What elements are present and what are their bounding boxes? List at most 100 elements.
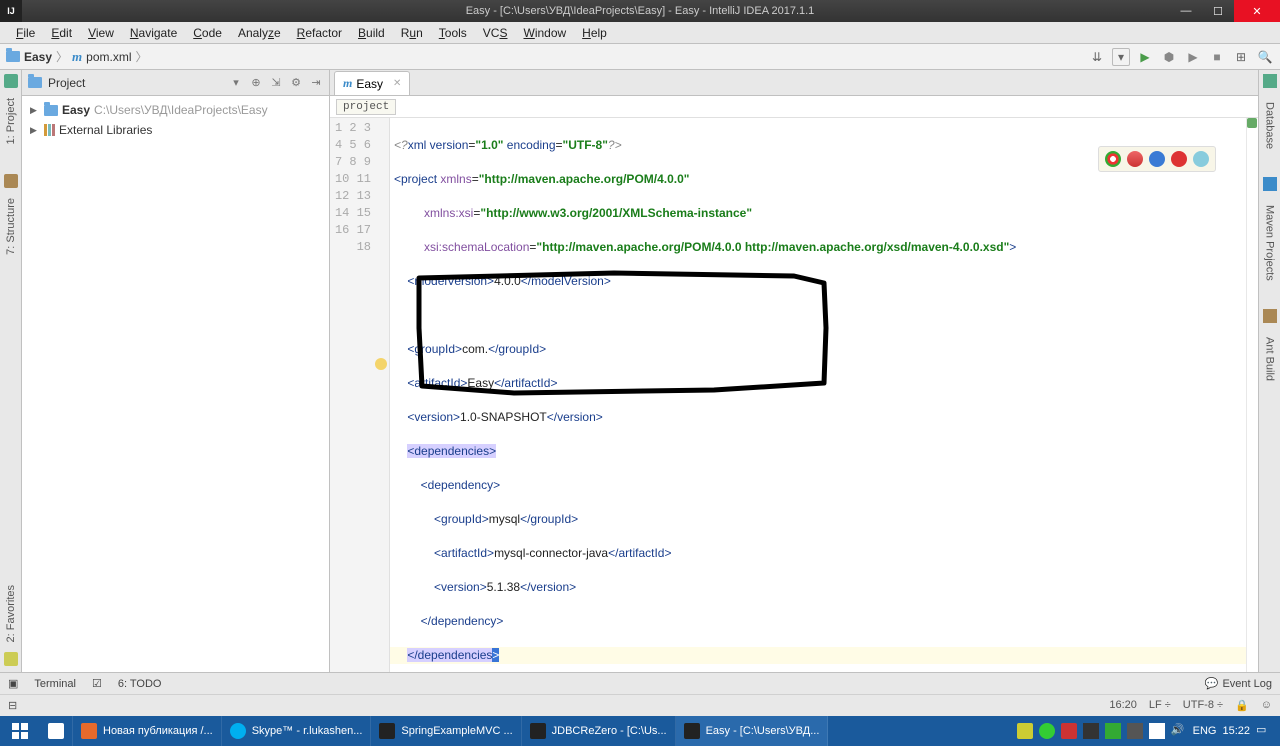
left-tool-strip: 1: Project 7: Structure 2: Favorites xyxy=(0,70,22,672)
taskbar-taskview[interactable] xyxy=(40,716,73,746)
menu-refactor[interactable]: Refactor xyxy=(289,24,350,42)
tree-external-libs[interactable]: ▶ External Libraries xyxy=(26,120,325,140)
event-log-icon[interactable]: 💬 xyxy=(1205,677,1219,690)
close-tab-icon[interactable]: ✕ xyxy=(393,78,401,89)
menu-build[interactable]: Build xyxy=(350,24,393,42)
tool-maven[interactable]: Maven Projects xyxy=(1262,199,1278,287)
tray-icon[interactable] xyxy=(1017,723,1033,739)
chrome-icon[interactable] xyxy=(1105,151,1121,167)
editor-area: m Easy ✕ project 1 2 3 4 5 6 7 8 9 10 11… xyxy=(330,70,1258,672)
view-mode-dropdown[interactable]: ▾ xyxy=(229,76,243,90)
gutter[interactable]: 1 2 3 4 5 6 7 8 9 10 11 12 13 14 15 16 1… xyxy=(330,118,390,672)
tool-ant[interactable]: Ant Build xyxy=(1262,331,1278,387)
maximize-button[interactable]: ☐ xyxy=(1202,0,1234,22)
tray-notifications-icon[interactable]: ▭ xyxy=(1256,723,1272,739)
tree-root-row[interactable]: ▶ Easy C:\Users\УВД\IdeaProjects\Easy xyxy=(26,100,325,120)
breadcrumb-chip[interactable]: project xyxy=(336,99,396,115)
file-encoding[interactable]: UTF-8 ÷ xyxy=(1183,699,1223,712)
right-tool-strip: Database Maven Projects Ant Build xyxy=(1258,70,1280,672)
menu-analyze[interactable]: Analyze xyxy=(230,24,289,42)
menu-run[interactable]: Run xyxy=(393,24,431,42)
expand-icon[interactable]: ▶ xyxy=(30,125,40,136)
tool-todo[interactable]: 6: TODO xyxy=(118,678,162,690)
tray-icon[interactable] xyxy=(1083,723,1099,739)
tool-structure[interactable]: 7: Structure xyxy=(3,192,19,261)
make-button[interactable]: ⇊ xyxy=(1088,48,1106,66)
expand-icon[interactable]: ▶ xyxy=(30,105,40,116)
taskbar-item[interactable]: Skype™ - r.lukashen... xyxy=(222,716,372,746)
line-separator[interactable]: LF ÷ xyxy=(1149,699,1171,712)
database-tool-icon[interactable] xyxy=(1263,74,1277,88)
system-tray[interactable]: 🔊 ENG 15:22 ▭ xyxy=(1017,723,1280,739)
tray-volume-icon[interactable]: 🔊 xyxy=(1171,723,1187,739)
edge-icon[interactable] xyxy=(1193,151,1209,167)
tool-database[interactable]: Database xyxy=(1262,96,1278,155)
project-tool-icon[interactable] xyxy=(4,74,18,88)
menu-edit[interactable]: Edit xyxy=(43,24,80,42)
status-bar: ⊟ 16:20 LF ÷ UTF-8 ÷ 🔒 ☺ xyxy=(0,694,1280,716)
error-stripe[interactable] xyxy=(1246,118,1258,672)
safari-icon[interactable] xyxy=(1149,151,1165,167)
caret-position[interactable]: 16:20 xyxy=(1109,699,1137,712)
menubar: File Edit View Navigate Code Analyze Ref… xyxy=(0,22,1280,44)
browser-preview-icons xyxy=(1098,146,1216,172)
hector-icon[interactable]: ☺ xyxy=(1261,699,1272,712)
stop-button[interactable]: ■ xyxy=(1208,48,1226,66)
code-editor[interactable]: <?xml version="1.0" encoding="UTF-8"?> <… xyxy=(390,118,1246,672)
menu-help[interactable]: Help xyxy=(574,24,615,42)
tool-terminal[interactable]: Terminal xyxy=(34,678,76,690)
settings-gear-icon[interactable]: ⚙ xyxy=(289,76,303,90)
taskbar-item[interactable]: Новая публикация /... xyxy=(73,716,222,746)
menu-code[interactable]: Code xyxy=(185,24,230,42)
lock-icon[interactable]: 🔒 xyxy=(1235,699,1249,712)
coverage-button[interactable]: ▶ xyxy=(1184,48,1202,66)
debug-button[interactable]: ⬢ xyxy=(1160,48,1178,66)
intention-bulb-icon[interactable] xyxy=(375,358,387,370)
menu-navigate[interactable]: Navigate xyxy=(122,24,185,42)
tray-icon[interactable] xyxy=(1039,723,1055,739)
run-button[interactable]: ▶ xyxy=(1136,48,1154,66)
tree-root-name: Easy xyxy=(62,103,90,117)
todo-tool-icon[interactable]: ☑ xyxy=(92,677,102,690)
menu-vcs[interactable]: VCS xyxy=(475,24,516,42)
minimize-button[interactable]: — xyxy=(1170,0,1202,22)
firefox-icon[interactable] xyxy=(1127,151,1143,167)
taskbar-item[interactable]: SpringExampleMVC ... xyxy=(371,716,521,746)
editor-tab-easy[interactable]: m Easy ✕ xyxy=(334,71,410,95)
crumb-file[interactable]: pom.xml xyxy=(86,50,131,64)
tool-project[interactable]: 1: Project xyxy=(3,92,19,150)
libraries-icon xyxy=(44,124,55,136)
menu-view[interactable]: View xyxy=(80,24,122,42)
status-widget-icon[interactable]: ⊟ xyxy=(8,699,17,712)
structure-tool-icon[interactable] xyxy=(4,174,18,188)
menu-tools[interactable]: Tools xyxy=(431,24,475,42)
tool-event-log[interactable]: Event Log xyxy=(1222,678,1272,690)
close-button[interactable]: ✕ xyxy=(1234,0,1280,22)
menu-file[interactable]: File xyxy=(8,24,43,42)
tool-favorites[interactable]: 2: Favorites xyxy=(3,579,19,648)
start-button[interactable] xyxy=(0,716,40,746)
maven-tool-icon[interactable] xyxy=(1263,177,1277,191)
tray-network-icon[interactable] xyxy=(1149,723,1165,739)
tray-language[interactable]: ENG xyxy=(1193,725,1217,737)
favorites-tool-icon[interactable] xyxy=(4,652,18,666)
scroll-from-source-icon[interactable]: ⊕ xyxy=(249,76,263,90)
tray-clock[interactable]: 15:22 xyxy=(1222,725,1250,737)
editor-breadcrumb: project xyxy=(330,96,1258,118)
opera-icon[interactable] xyxy=(1171,151,1187,167)
tray-icon[interactable] xyxy=(1127,723,1143,739)
project-tree[interactable]: ▶ Easy C:\Users\УВД\IdeaProjects\Easy ▶ … xyxy=(22,96,329,672)
crumb-project[interactable]: Easy xyxy=(24,50,52,64)
layout-button[interactable]: ⊞ xyxy=(1232,48,1250,66)
taskbar-item[interactable]: JDBCReZero - [C:\Us... xyxy=(522,716,676,746)
terminal-tool-icon[interactable]: ▣ xyxy=(8,677,18,690)
hide-panel-icon[interactable]: ⇥ xyxy=(309,76,323,90)
ant-tool-icon[interactable] xyxy=(1263,309,1277,323)
menu-window[interactable]: Window xyxy=(515,24,574,42)
tray-icon[interactable] xyxy=(1061,723,1077,739)
taskbar-item-active[interactable]: Easy - [C:\Users\УВД... xyxy=(676,716,829,746)
tray-icon[interactable] xyxy=(1105,723,1121,739)
search-everywhere-button[interactable]: 🔍 xyxy=(1256,48,1274,66)
collapse-all-icon[interactable]: ⇲ xyxy=(269,76,283,90)
run-config-dropdown[interactable]: ▾ xyxy=(1112,48,1130,66)
